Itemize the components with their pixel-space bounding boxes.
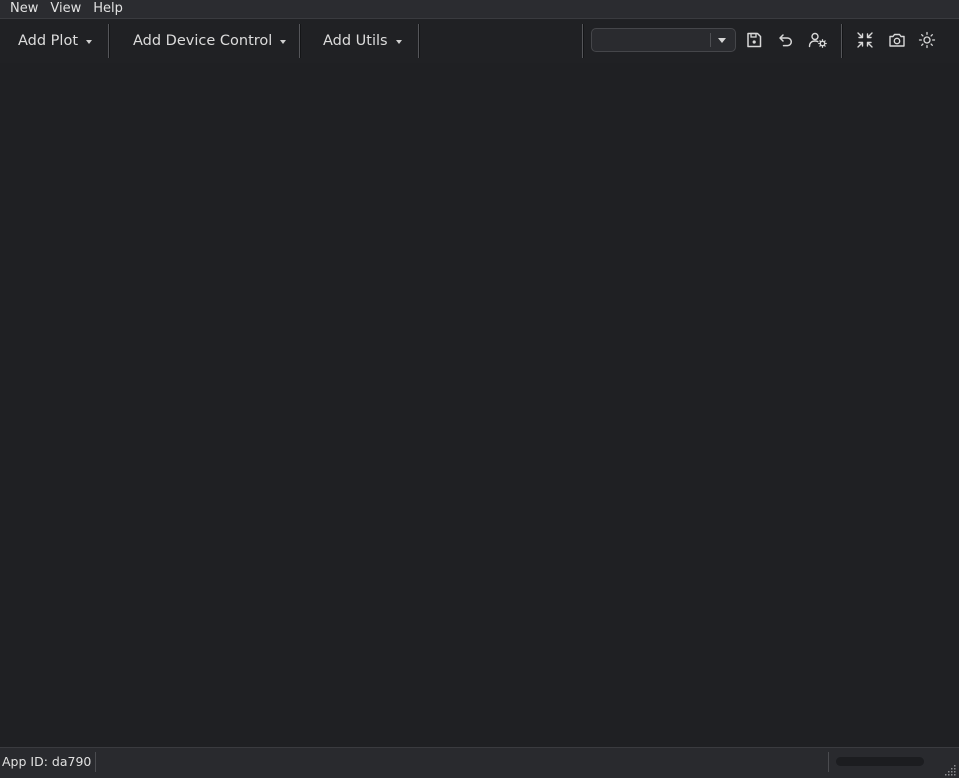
add-device-control-button[interactable]: Add Device Control <box>133 19 287 63</box>
menu-new[interactable]: New <box>0 0 44 18</box>
toolbar-separator <box>582 24 583 58</box>
save-button[interactable] <box>744 30 764 50</box>
app-window: New View Help Add Plot Add Device Contro… <box>0 0 959 778</box>
progress-bar <box>836 757 924 766</box>
status-separator <box>828 752 829 772</box>
add-plot-button[interactable]: Add Plot <box>18 19 93 63</box>
add-utils-button[interactable]: Add Utils <box>323 19 402 63</box>
workspace-area <box>0 63 959 747</box>
sun-icon <box>918 31 936 49</box>
theme-toggle-button[interactable] <box>917 30 937 50</box>
screenshot-button[interactable] <box>887 30 907 50</box>
status-bar: App ID: da790 <box>0 747 959 778</box>
toolbar-separator <box>841 24 842 58</box>
app-id-label: App ID: da790 <box>2 754 92 769</box>
resize-grip-icon[interactable] <box>945 764 957 776</box>
combo-divider <box>710 33 711 47</box>
user-settings-button[interactable] <box>808 30 828 50</box>
menu-view[interactable]: View <box>44 0 87 18</box>
toolbar-separator <box>299 24 300 58</box>
menu-bar: New View Help <box>0 0 959 19</box>
collapse-icon <box>857 32 873 48</box>
add-device-control-label: Add Device Control <box>133 33 273 49</box>
toolbar-separator <box>418 24 419 58</box>
undo-icon <box>779 34 793 47</box>
add-plot-label: Add Plot <box>18 33 79 49</box>
user-settings-icon <box>808 32 827 48</box>
menu-help[interactable]: Help <box>87 0 129 18</box>
status-separator <box>95 752 96 772</box>
add-utils-label: Add Utils <box>323 33 388 49</box>
camera-icon <box>889 33 905 47</box>
undo-button[interactable] <box>776 30 796 50</box>
save-icon <box>747 32 762 48</box>
profile-combo-box[interactable] <box>591 28 736 52</box>
toolbar: Add Plot Add Device Control Add Utils <box>0 19 959 63</box>
chevron-down-icon[interactable] <box>718 38 726 43</box>
collapse-button[interactable] <box>855 30 875 50</box>
chevron-down-icon <box>280 40 287 44</box>
chevron-down-icon <box>86 40 93 44</box>
chevron-down-icon <box>395 40 402 44</box>
toolbar-separator <box>108 24 109 58</box>
